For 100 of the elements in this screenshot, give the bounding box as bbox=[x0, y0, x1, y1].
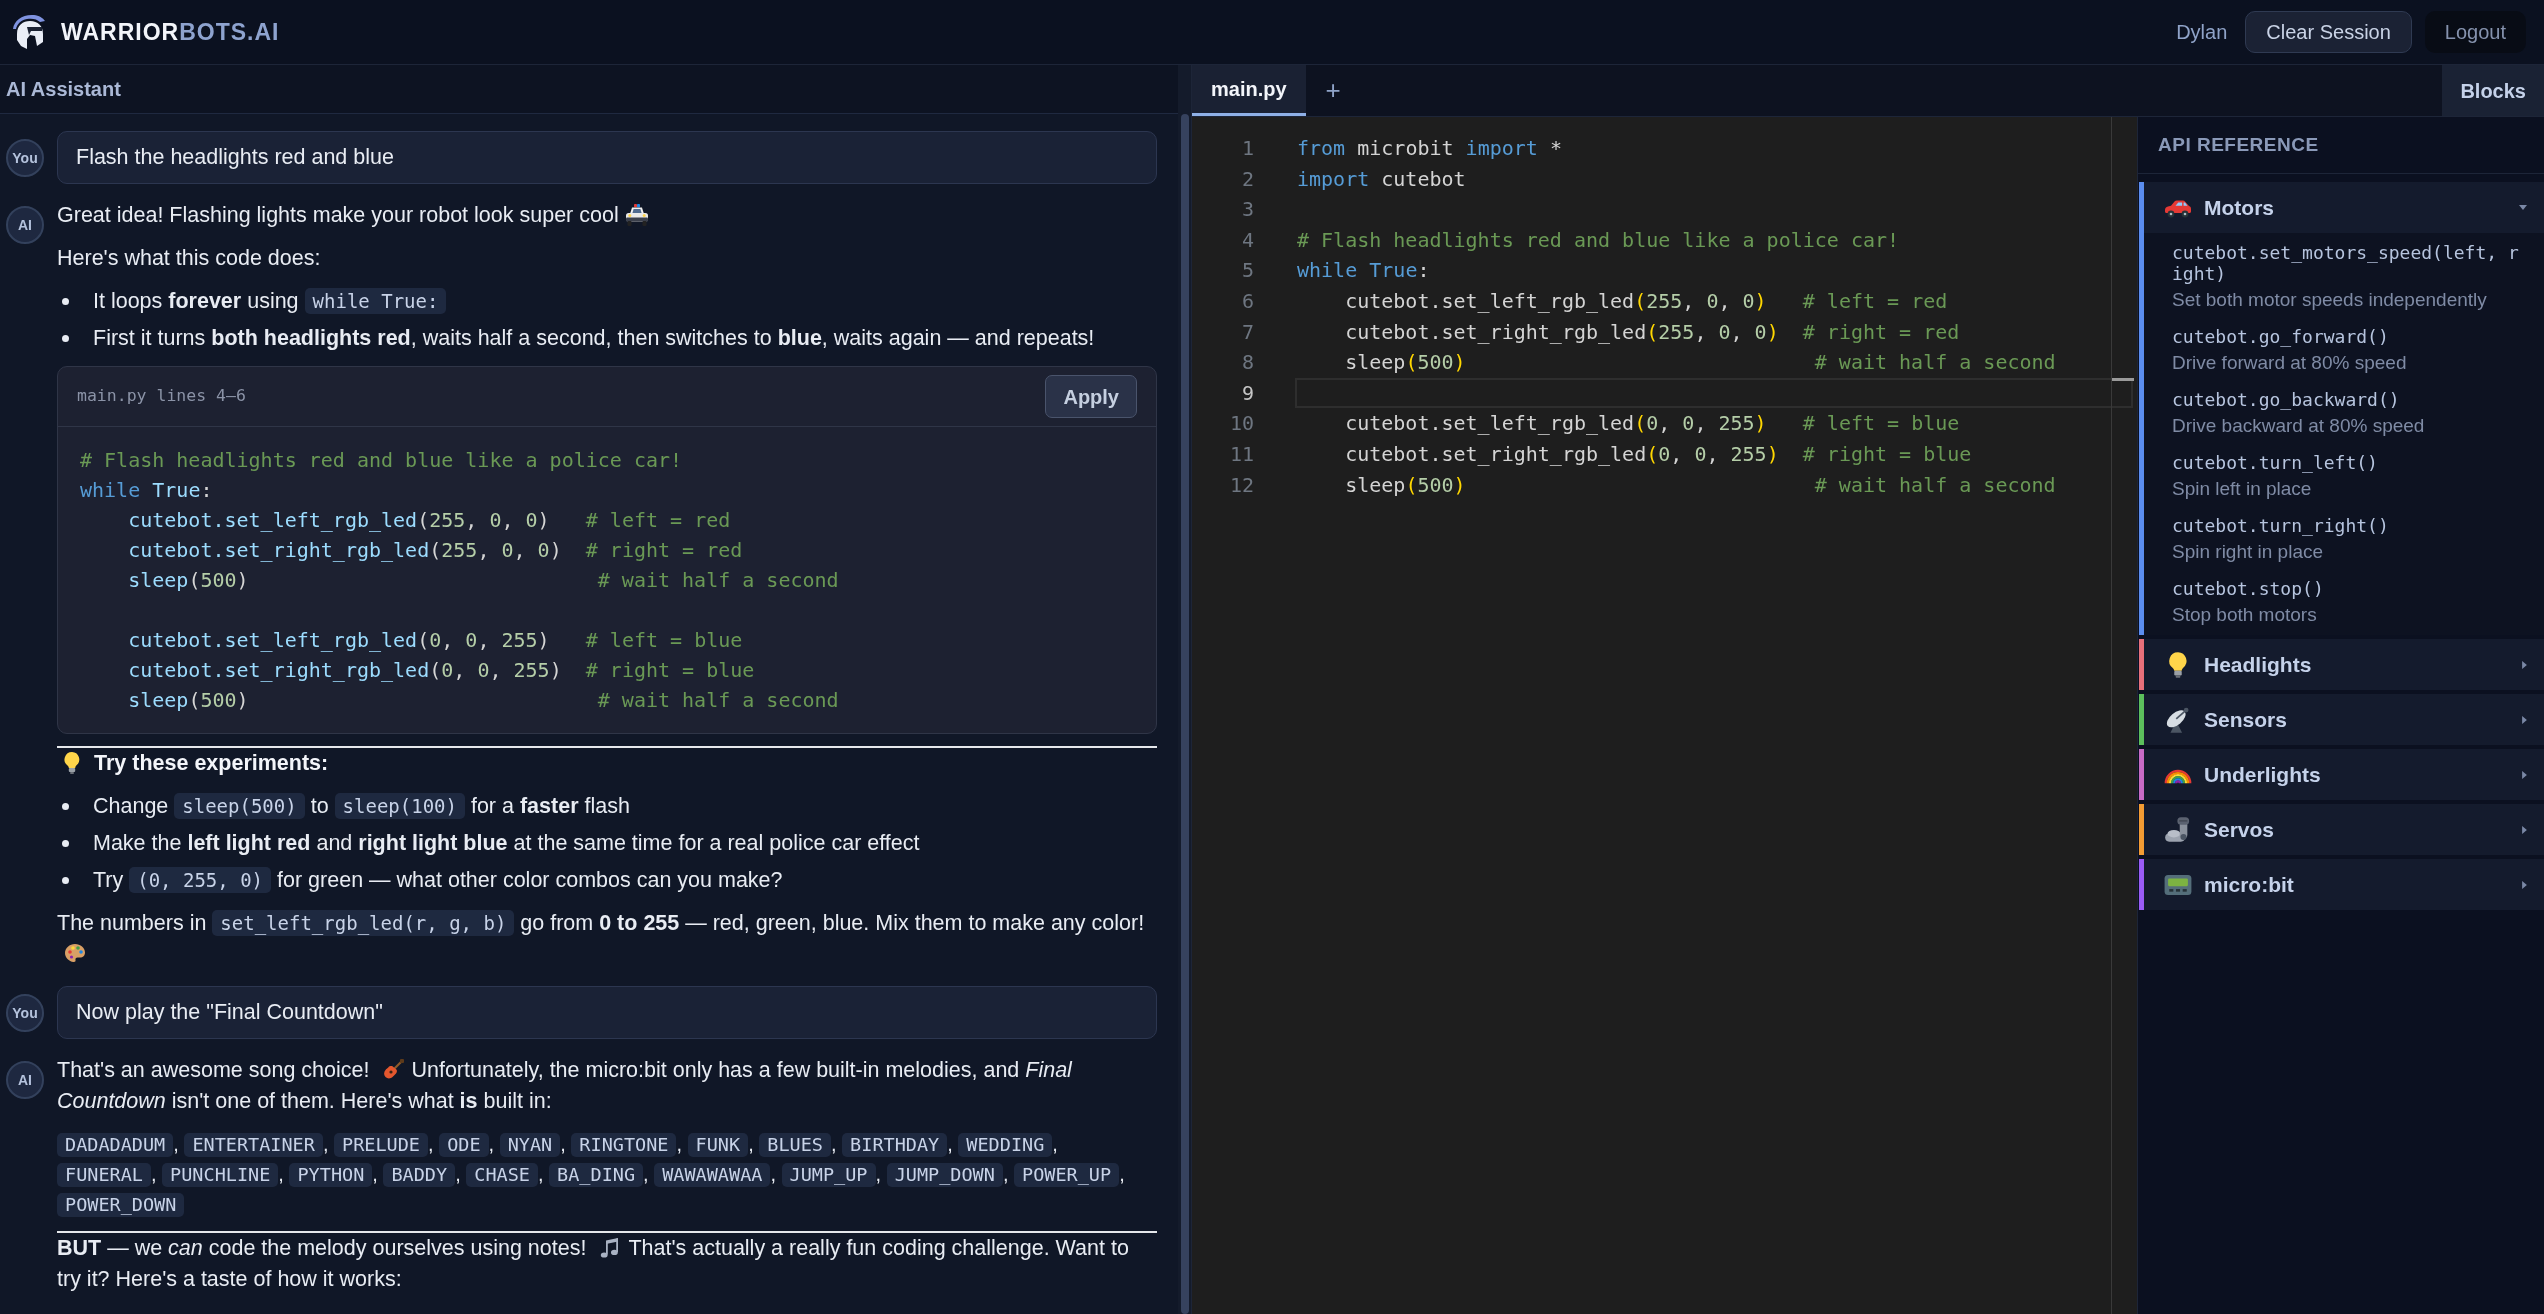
code-line: from microbit import * bbox=[1296, 135, 1563, 162]
blocks-view-button[interactable]: Blocks bbox=[2442, 65, 2544, 116]
message-text: BUT — we can code the melody ourselves using notes! That's actually a really fun coding challenge. Want to try it? Here's a taste of how it works: bbox=[57, 1235, 1130, 1293]
panel-title: API REFERENCE bbox=[2138, 117, 2544, 174]
api-signature[interactable]: cutebot.go_backward() bbox=[2172, 389, 2524, 410]
inline-code: BIRTHDAY bbox=[842, 1133, 948, 1157]
file-tab[interactable]: main.py bbox=[1192, 65, 1306, 116]
code-line: while True: bbox=[1296, 257, 1431, 285]
inline-code: BA_DING bbox=[549, 1163, 644, 1187]
inline-code: WEDDING bbox=[958, 1133, 1053, 1157]
line-number: 11 bbox=[1228, 440, 1254, 468]
category-header[interactable]: Motors bbox=[2144, 182, 2544, 233]
inline-code: BADDY bbox=[383, 1163, 456, 1187]
api-signature[interactable]: cutebot.turn_right() bbox=[2172, 515, 2524, 536]
inline-code: RINGTONE bbox=[571, 1133, 677, 1157]
code-line: cutebot.set_left_rgb_led(0, 0, 255) # left = blue bbox=[1344, 410, 1961, 438]
api-description: Spin right in place bbox=[2172, 541, 2325, 563]
category-header[interactable]: Underlights bbox=[2144, 749, 2544, 800]
bullet-icon bbox=[62, 335, 69, 342]
inline-code: NYAN bbox=[499, 1133, 561, 1157]
list-item-text: Change sleep(500) to sleep(100) for a faster flash bbox=[93, 792, 631, 821]
code-line: cutebot.set_left_rgb_led(255, 0, 0) # left = red bbox=[1344, 287, 1949, 315]
code-line: # Flash headlights red and blue like a police car! bbox=[1296, 226, 1901, 254]
message-text: That's an awesome song choice! Unfortunately, the micro:bit only has a few built-in melodies, and Final Countdown isn't one of them. Here's what is built in: bbox=[57, 1057, 1074, 1115]
inline-code: ENTERTAINER bbox=[184, 1133, 323, 1157]
message-text: The numbers in set_left_rgb_led(r, g, b) go from 0 to 255 — red, green, blue. Mix them to make any color! bbox=[57, 908, 1157, 970]
clear-session-button[interactable]: Clear Session bbox=[2245, 11, 2412, 53]
line-number: 10 bbox=[1228, 410, 1254, 438]
inline-code: PYTHON bbox=[289, 1163, 373, 1187]
api-description: Drive backward at 80% speed bbox=[2172, 415, 2426, 437]
api-signature[interactable]: cutebot.turn_left() bbox=[2172, 452, 2524, 473]
api-signature[interactable]: cutebot.set_motors_speed(left, right) bbox=[2172, 242, 2524, 284]
list-item-text: First it turns both headlights red, waits half a second, then switches to blue, waits again — and repeats! bbox=[93, 325, 1096, 352]
inline-code: BLUES bbox=[759, 1133, 831, 1157]
line-number: 5 bbox=[1240, 257, 1254, 285]
category-header[interactable]: Servos bbox=[2144, 804, 2544, 855]
inline-code: POWER_UP bbox=[1014, 1163, 1120, 1187]
code-line: sleep(500) # wait half a second bbox=[1344, 471, 2057, 499]
inline-code: ODE bbox=[439, 1133, 489, 1157]
avatar: You bbox=[6, 994, 44, 1032]
inline-code: FUNK bbox=[687, 1133, 749, 1157]
line-number: 6 bbox=[1240, 287, 1254, 315]
line-number: 7 bbox=[1240, 318, 1254, 346]
inline-code: (0, 255, 0) bbox=[129, 867, 272, 893]
line-number: 1 bbox=[1240, 135, 1254, 162]
inline-code: while True: bbox=[304, 288, 447, 314]
api-signature[interactable]: cutebot.stop() bbox=[2172, 578, 2524, 599]
flexed-arm-icon bbox=[2164, 815, 2192, 844]
inline-code: POWER_DOWN bbox=[57, 1193, 185, 1217]
line-number: 3 bbox=[1240, 196, 1254, 224]
code-line: cutebot.set_right_rgb_led(0, 0, 255) # right = blue bbox=[1344, 440, 1973, 468]
category-header[interactable]: Sensors bbox=[2144, 694, 2544, 745]
inline-code: set_left_rgb_led(r, g, b) bbox=[212, 910, 515, 936]
brand-name: WARRIORBOTS.AI bbox=[61, 20, 280, 44]
cursor-position-marker bbox=[2112, 377, 2134, 381]
code-line: sleep(500) # wait half a second bbox=[127, 687, 839, 714]
avatar: AI bbox=[6, 206, 44, 244]
inline-code: JUMP_UP bbox=[781, 1163, 876, 1187]
code-line: import cutebot bbox=[1296, 165, 1467, 193]
bullet-icon bbox=[62, 803, 69, 810]
code-line: cutebot.set_left_rgb_led(0, 0, 255) # left = blue bbox=[127, 627, 743, 654]
inline-code: WAWAWAWAA bbox=[654, 1163, 771, 1187]
inline-code: JUMP_DOWN bbox=[886, 1163, 1003, 1187]
user-message: Now play the "Final Countdown" bbox=[57, 986, 1157, 1039]
avatar: AI bbox=[6, 1061, 44, 1099]
list-item-text: Make the left light red and right light blue at the same time for a real police car effect bbox=[93, 830, 921, 857]
scrollbar-thumb[interactable] bbox=[1180, 114, 1189, 1314]
inline-code: sleep(100) bbox=[334, 793, 465, 819]
code-line: sleep(500) # wait half a second bbox=[127, 567, 839, 594]
message-text: Great idea! Flashing lights make your robot look super cool bbox=[57, 200, 1157, 231]
melody-list: DADADADUM , ENTERTAINER , PRELUDE , ODE , NYAN , RINGTONE , FUNK , BLUES , BIRTHDAY , WEDDING , FUNERAL , PUNCHLINE , PYTHON , BADDY , CHASE , BA_DING , WAWAWAWAA , JUMP_UP , JUMP_DOWN , POWER_UP , POWER_DOWN bbox=[57, 1129, 1157, 1219]
add-tab-button[interactable]: + bbox=[1305, 65, 1361, 116]
api-description: Stop both motors bbox=[2172, 604, 2318, 626]
code-line: cutebot.set_right_rgb_led(255, 0, 0) # right = red bbox=[1344, 318, 1961, 346]
api-description: Spin left in place bbox=[2172, 478, 2313, 500]
line-number: 4 bbox=[1240, 226, 1254, 254]
inline-code: PRELUDE bbox=[334, 1133, 428, 1157]
inline-code: CHASE bbox=[466, 1163, 538, 1187]
list-item-text: Try (0, 255, 0) for green — what other color combos can you make? bbox=[93, 866, 784, 895]
bullet-icon bbox=[62, 840, 69, 847]
code-line: sleep(500) # wait half a second bbox=[1344, 349, 2057, 377]
code-line: # Flash headlights red and blue like a police car! bbox=[80, 447, 683, 474]
code-line: cutebot.set_right_rgb_led(0, 0, 255) # right = blue bbox=[127, 657, 755, 684]
avatar: You bbox=[6, 139, 44, 177]
api-description: Set both motor speeds independently bbox=[2172, 289, 2488, 311]
line-number: 8 bbox=[1240, 349, 1254, 377]
line-number: 2 bbox=[1240, 165, 1254, 193]
user-message: Flash the headlights red and blue bbox=[57, 131, 1157, 184]
category-header[interactable]: micro:bit bbox=[2144, 859, 2544, 910]
code-line: cutebot.set_right_rgb_led(255, 0, 0) # right = red bbox=[127, 537, 743, 564]
message-heading: Try these experiments: bbox=[57, 748, 1157, 779]
api-signature[interactable]: cutebot.go_forward() bbox=[2172, 326, 2524, 347]
inline-code: PUNCHLINE bbox=[162, 1163, 279, 1187]
inline-code: sleep(500) bbox=[174, 793, 305, 819]
list-item-text: It loops forever using while True: bbox=[93, 286, 1157, 317]
panel-title: AI Assistant bbox=[0, 65, 1178, 114]
category-header[interactable]: Headlights bbox=[2144, 639, 2544, 690]
logout-button[interactable]: Logout bbox=[2424, 11, 2526, 53]
code-line: while True: bbox=[80, 477, 213, 504]
apply-button[interactable]: Apply bbox=[1045, 375, 1137, 418]
